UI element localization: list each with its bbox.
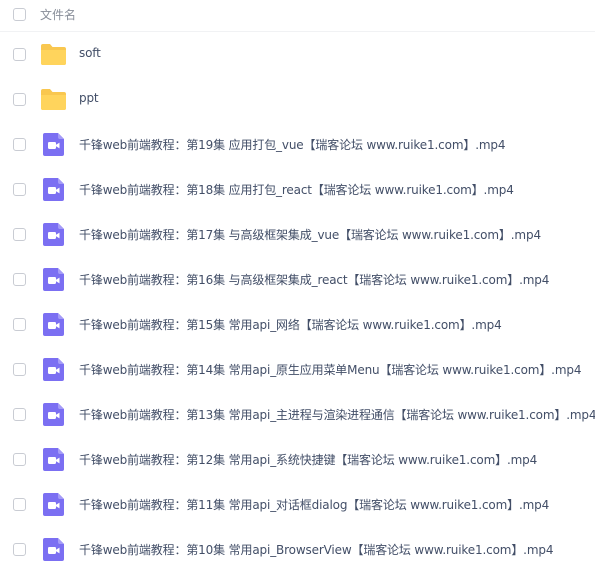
file-name[interactable]: 千锋web前端教程：第13集 常用api_主进程与渲染进程通信【瑞客论坛 www… (79, 406, 595, 423)
file-name[interactable]: 千锋web前端教程：第18集 应用打包_react【瑞客论坛 www.ruike… (79, 181, 514, 198)
row-checkbox[interactable] (13, 273, 26, 286)
file-name[interactable]: 千锋web前端教程：第19集 应用打包_vue【瑞客论坛 www.ruike1.… (79, 136, 506, 153)
file-row[interactable]: 千锋web前端教程：第15集 常用api_网络【瑞客论坛 www.ruike1.… (0, 302, 595, 347)
file-row[interactable]: 千锋web前端教程：第13集 常用api_主进程与渲染进程通信【瑞客论坛 www… (0, 392, 595, 437)
file-row[interactable]: 千锋web前端教程：第10集 常用api_BrowserView【瑞客论坛 ww… (0, 527, 595, 565)
row-checkbox[interactable] (13, 453, 26, 466)
file-name[interactable]: 千锋web前端教程：第15集 常用api_网络【瑞客论坛 www.ruike1.… (79, 316, 502, 333)
folder-icon (40, 87, 67, 112)
file-name[interactable]: 千锋web前端教程：第16集 与高级框架集成_react【瑞客论坛 www.ru… (79, 271, 549, 288)
select-all-checkbox[interactable] (13, 8, 26, 21)
row-checkbox[interactable] (13, 93, 26, 106)
video-file-icon (40, 222, 67, 247)
folder-icon (40, 42, 67, 67)
file-list: 文件名 soft ppt 千锋web前端教程：第19集 应用打包_vue【瑞客论坛 … (0, 0, 595, 565)
video-file-icon (40, 447, 67, 472)
row-checkbox[interactable] (13, 408, 26, 421)
file-name[interactable]: soft (79, 46, 101, 60)
file-name[interactable]: ppt (79, 91, 99, 105)
file-row[interactable]: 千锋web前端教程：第12集 常用api_系统快捷键【瑞客论坛 www.ruik… (0, 437, 595, 482)
video-file-icon (40, 132, 67, 157)
file-row[interactable]: 千锋web前端教程：第16集 与高级框架集成_react【瑞客论坛 www.ru… (0, 257, 595, 302)
video-file-icon (40, 177, 67, 202)
row-checkbox[interactable] (13, 363, 26, 376)
row-checkbox[interactable] (13, 183, 26, 196)
row-checkbox[interactable] (13, 48, 26, 61)
row-checkbox[interactable] (13, 318, 26, 331)
file-list-header: 文件名 (0, 0, 595, 32)
folder-row[interactable]: soft (0, 32, 595, 77)
file-row[interactable]: 千锋web前端教程：第17集 与高级框架集成_vue【瑞客论坛 www.ruik… (0, 212, 595, 257)
file-row[interactable]: 千锋web前端教程：第11集 常用api_对话框dialog【瑞客论坛 www.… (0, 482, 595, 527)
video-file-icon (40, 492, 67, 517)
video-file-icon (40, 537, 67, 562)
video-file-icon (40, 312, 67, 337)
file-name[interactable]: 千锋web前端教程：第12集 常用api_系统快捷键【瑞客论坛 www.ruik… (79, 451, 537, 468)
file-row[interactable]: 千锋web前端教程：第19集 应用打包_vue【瑞客论坛 www.ruike1.… (0, 122, 595, 167)
video-file-icon (40, 402, 67, 427)
file-name[interactable]: 千锋web前端教程：第14集 常用api_原生应用菜单Menu【瑞客论坛 www… (79, 361, 581, 378)
row-checkbox[interactable] (13, 543, 26, 556)
file-row[interactable]: 千锋web前端教程：第18集 应用打包_react【瑞客论坛 www.ruike… (0, 167, 595, 212)
file-name[interactable]: 千锋web前端教程：第11集 常用api_对话框dialog【瑞客论坛 www.… (79, 496, 549, 513)
file-row[interactable]: 千锋web前端教程：第14集 常用api_原生应用菜单Menu【瑞客论坛 www… (0, 347, 595, 392)
row-checkbox[interactable] (13, 228, 26, 241)
video-file-icon (40, 267, 67, 292)
folder-row[interactable]: ppt (0, 77, 595, 122)
row-checkbox[interactable] (13, 138, 26, 151)
row-checkbox[interactable] (13, 498, 26, 511)
video-file-icon (40, 357, 67, 382)
column-header-filename[interactable]: 文件名 (40, 6, 76, 23)
file-name[interactable]: 千锋web前端教程：第17集 与高级框架集成_vue【瑞客论坛 www.ruik… (79, 226, 541, 243)
file-name[interactable]: 千锋web前端教程：第10集 常用api_BrowserView【瑞客论坛 ww… (79, 541, 553, 558)
